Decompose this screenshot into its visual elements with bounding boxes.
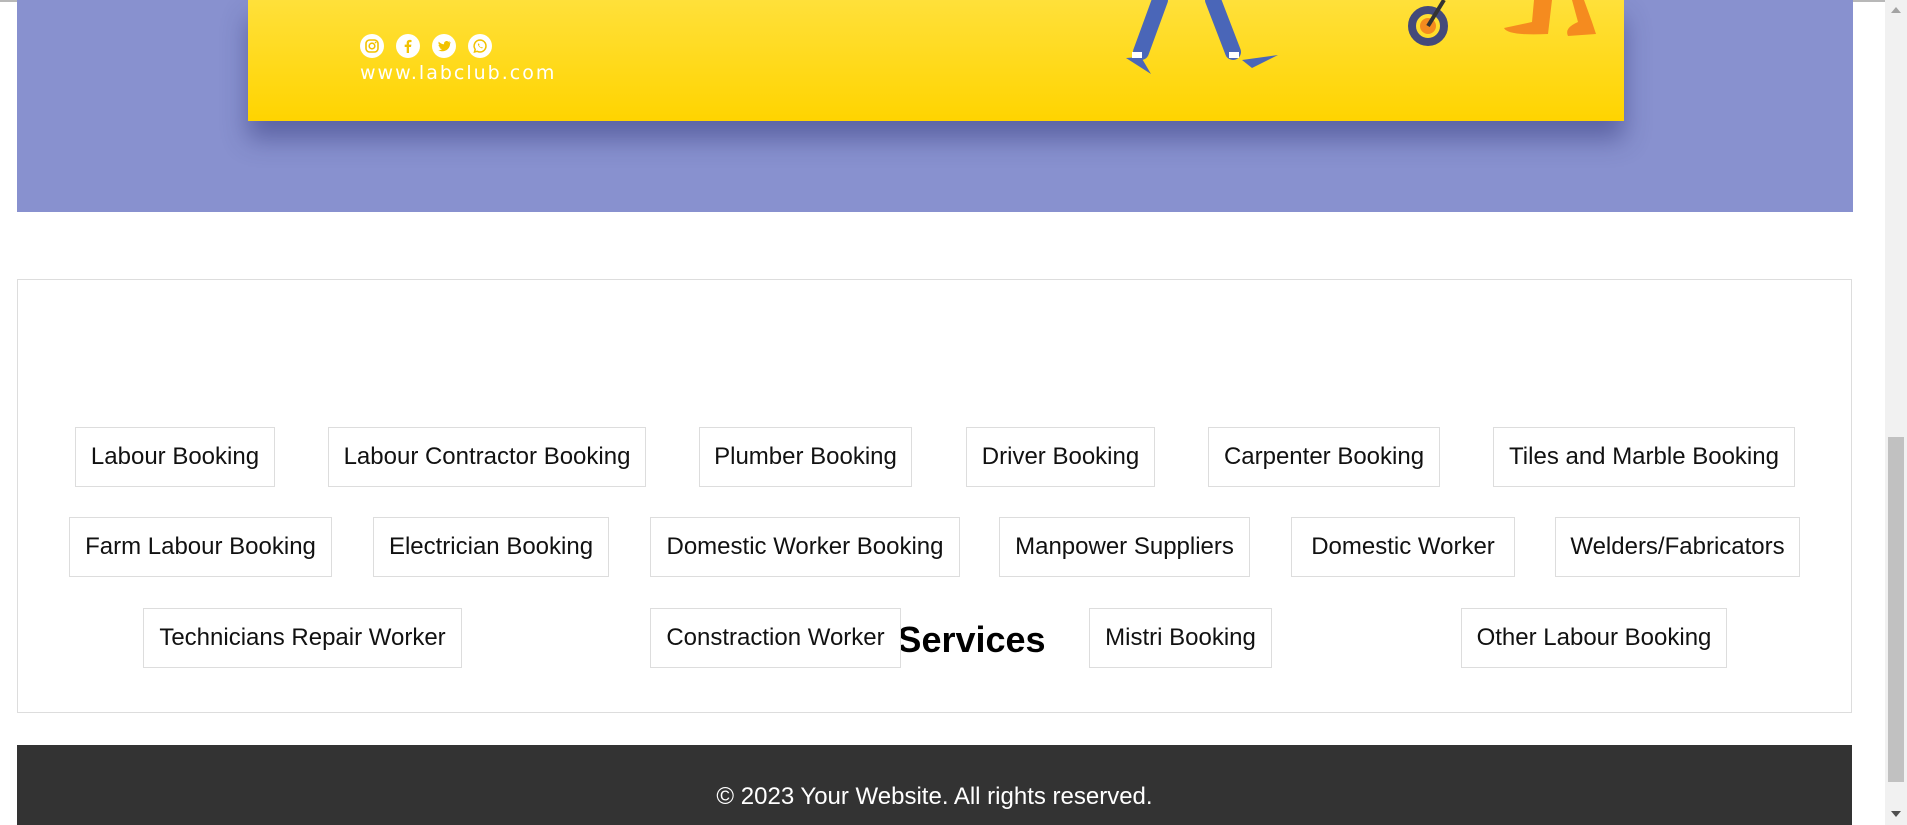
service-labour-booking[interactable]: Labour Booking <box>75 427 275 487</box>
scrollbar-thumb[interactable] <box>1888 437 1904 782</box>
twitter-icon[interactable] <box>432 34 456 58</box>
instagram-icon[interactable] <box>360 34 384 58</box>
page-footer: © 2023 Your Website. All rights reserved… <box>17 745 1852 825</box>
service-plumber-booking[interactable]: Plumber Booking <box>699 427 912 487</box>
service-constraction-worker[interactable]: Constraction Worker <box>650 608 901 668</box>
service-farm-labour-booking[interactable]: Farm Labour Booking <box>69 517 332 577</box>
service-other-labour-booking[interactable]: Other Labour Booking <box>1461 608 1727 668</box>
service-technicians-repair-worker[interactable]: Technicians Repair Worker <box>143 608 462 668</box>
service-welders-fabricators[interactable]: Welders/Fabricators <box>1555 517 1800 577</box>
service-labour-contractor-booking[interactable]: Labour Contractor Booking <box>328 427 646 487</box>
service-tiles-marble-booking[interactable]: Tiles and Marble Booking <box>1493 427 1795 487</box>
website-url: www.labclub.com <box>360 62 557 84</box>
vertical-scrollbar[interactable] <box>1885 0 1907 825</box>
service-manpower-suppliers[interactable]: Manpower Suppliers <box>999 517 1250 577</box>
service-carpenter-booking[interactable]: Carpenter Booking <box>1208 427 1440 487</box>
social-links <box>360 34 492 58</box>
service-driver-booking[interactable]: Driver Booking <box>966 427 1155 487</box>
service-mistri-booking[interactable]: Mistri Booking <box>1089 608 1272 668</box>
service-electrician-booking[interactable]: Electrician Booking <box>373 517 609 577</box>
service-domestic-worker-booking[interactable]: Domestic Worker Booking <box>650 517 960 577</box>
promo-banner: www.labclub.com <box>248 0 1624 121</box>
whatsapp-icon[interactable] <box>468 34 492 58</box>
copyright-text: © 2023 Your Website. All rights reserved… <box>716 783 1153 810</box>
service-domestic-worker[interactable]: Domestic Worker <box>1291 517 1515 577</box>
services-section: Our Services Labour Booking Labour Contr… <box>17 279 1852 713</box>
facebook-icon[interactable] <box>396 34 420 58</box>
walking-worker-illustration <box>1126 0 1596 74</box>
hero-section: www.labclub.com <box>17 0 1853 212</box>
scroll-up-arrow-icon[interactable] <box>1891 6 1901 14</box>
scroll-down-arrow-icon[interactable] <box>1891 810 1901 818</box>
